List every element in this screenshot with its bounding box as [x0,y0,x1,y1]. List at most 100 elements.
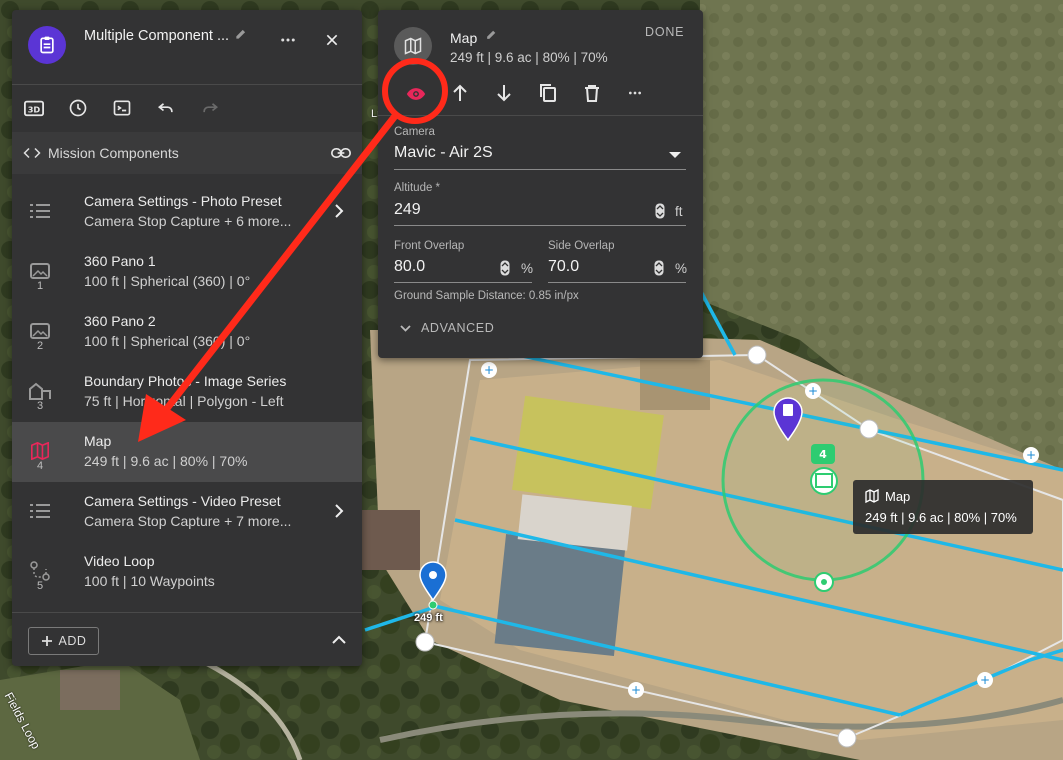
list-item[interactable]: Camera Settings - Video Preset Camera St… [12,482,362,542]
list-item[interactable]: 3 Boundary Photos - Image Series 75 ft |… [12,362,362,422]
svg-text:3D: 3D [28,105,41,115]
altitude-stepper-icon[interactable] [654,203,666,219]
mission-title: Multiple Component ... [84,28,230,44]
map-icon [28,440,52,462]
dropdown-arrow-icon[interactable] [668,150,682,160]
item-subtitle: 100 ft | 10 Waypoints [84,573,215,589]
code-brackets-icon [22,144,42,162]
map-component-tooltip: Map 249 ft | 9.6 ac | 80% | 70% [853,480,1033,534]
camera-underline [394,169,686,170]
front-overlap-label: Front Overlap [394,240,465,252]
side-overlap-input[interactable]: 70.0 [548,258,579,276]
camera-label: Camera [394,126,435,138]
panorama-icon [28,320,52,342]
item-subtitle: Camera Stop Capture + 6 more... [84,213,292,229]
item-subtitle: 75 ft | Horizontal | Polygon - Left [84,393,284,409]
altitude-label: Altitude * [394,182,441,194]
list-icon [28,500,52,522]
svg-text:+: + [1026,448,1036,462]
panorama-icon [28,260,52,282]
plus-icon [41,636,52,646]
mission-toolbar: 3D [12,85,362,131]
chevron-right-icon[interactable] [334,504,344,523]
front-overlap-input[interactable]: 80.0 [394,258,425,276]
list-item[interactable]: Camera Settings - Photo Preset Camera St… [12,182,362,242]
side-overlap-underline [548,282,686,283]
list-item-selected[interactable]: 4 Map 249 ft | 9.6 ac | 80% | 70% [12,422,362,482]
duplicate-icon[interactable] [537,82,559,104]
redo-icon[interactable] [198,97,222,119]
move-up-icon[interactable] [450,82,470,104]
svg-text:+: + [484,363,494,377]
component-subtitle: 249 ft | 9.6 ac | 80% | 70% [450,50,608,65]
link-icon[interactable] [330,143,352,163]
svg-text:+: + [980,673,990,687]
item-title: Camera Settings - Photo Preset [84,193,282,209]
edit-title-icon[interactable] [233,26,249,42]
item-title: Camera Settings - Video Preset [84,493,281,509]
delete-trash-icon[interactable] [581,82,603,104]
altitude-underline [394,225,686,226]
map-icon [864,488,880,504]
mission-header: Multiple Component ... [12,10,362,84]
side-overlap-unit: % [675,261,688,276]
component-editor-panel: Map 249 ft | 9.6 ac | 80% | 70% DONE Cam… [378,10,703,358]
tooltip-title: Map [885,489,911,504]
map-icon [404,37,422,55]
list-item[interactable]: 1 360 Pano 1 100 ft | Spherical (360) | … [12,242,362,302]
camera-select[interactable]: Mavic - Air 2S [394,144,493,162]
3d-view-icon[interactable]: 3D [22,97,46,119]
list-item[interactable]: 2 360 Pano 2 100 ft | Spherical (360) | … [12,302,362,362]
move-down-icon[interactable] [494,82,514,104]
list-item[interactable]: 5 Video Loop 100 ft | 10 Waypoints [12,542,362,602]
item-number: 4 [36,460,44,472]
item-title: 360 Pano 2 [84,313,156,329]
tooltip-subtitle: 249 ft | 9.6 ac | 80% | 70% [865,510,1017,525]
front-overlap-unit: % [521,261,534,276]
ground-sample-distance: Ground Sample Distance: 0.85 in/px [394,290,579,302]
done-button[interactable]: DONE [645,25,684,39]
more-options-icon[interactable] [624,82,646,104]
more-options-icon[interactable] [276,28,300,52]
altitude-input[interactable]: 249 [394,201,421,219]
mission-components-label: Mission Components [48,145,179,161]
terminal-icon[interactable] [110,97,134,119]
visibility-eye-icon[interactable] [405,86,427,102]
item-subtitle: 100 ft | Spherical (360) | 0° [84,333,251,349]
mission-panel: Multiple Component ... 3D Mission Compon… [12,10,362,666]
svg-text:+: + [808,384,818,398]
add-component-button[interactable]: ADD [28,627,99,655]
svg-text:4: 4 [819,448,827,461]
chevron-down-icon [400,324,411,332]
chevron-right-icon[interactable] [334,204,344,223]
side-overlap-stepper-icon[interactable] [653,260,665,276]
waypoint-altitude-label: 249 ft [414,612,443,624]
item-subtitle: Camera Stop Capture + 7 more... [84,513,292,529]
item-number: 5 [36,580,44,592]
item-number: 3 [36,400,44,412]
advanced-toggle[interactable]: ADVANCED [400,321,494,335]
chevron-up-icon[interactable] [330,631,348,649]
svg-text:+: + [631,683,641,697]
waypoints-icon [28,560,52,582]
component-actions [378,76,703,110]
item-title: Boundary Photos - Image Series [84,373,287,389]
front-overlap-stepper-icon[interactable] [499,260,511,276]
building-icon [28,380,52,402]
altitude-unit: ft [675,204,683,219]
edit-name-icon[interactable] [484,27,498,41]
mission-components-bar: Mission Components [12,132,362,174]
item-title: Map [84,433,112,449]
undo-icon[interactable] [154,97,178,119]
close-icon[interactable] [320,28,344,52]
component-title: Map [450,30,478,46]
item-number: 2 [36,340,44,352]
history-clock-icon[interactable] [66,97,90,119]
actions-divider [378,115,703,116]
advanced-label: ADVANCED [421,321,495,335]
front-overlap-underline [394,282,532,283]
item-title: 360 Pano 1 [84,253,156,269]
add-button-label: ADD [58,634,87,648]
panel-footer: ADD [12,612,362,666]
mission-avatar[interactable] [28,26,66,64]
